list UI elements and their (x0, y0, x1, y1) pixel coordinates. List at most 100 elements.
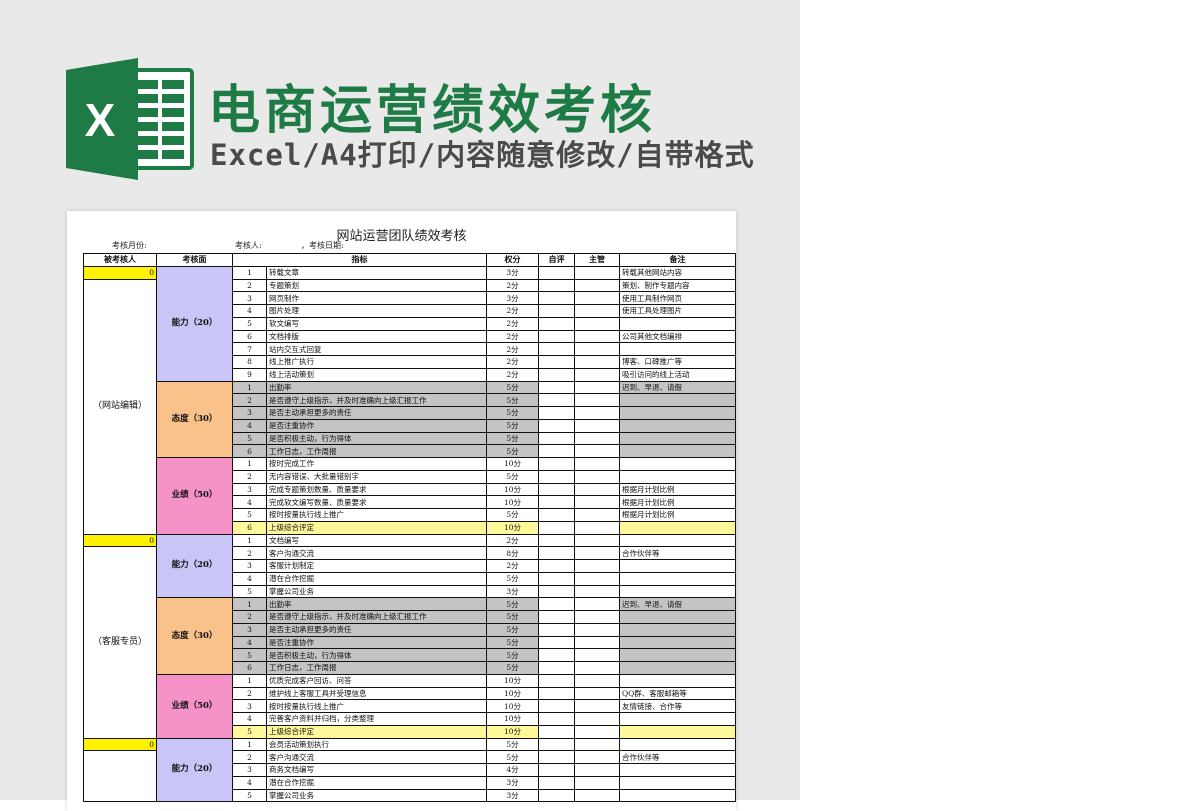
manager-score-cell[interactable] (574, 546, 620, 560)
manager-score-cell[interactable] (574, 622, 620, 637)
manager-score-cell[interactable] (574, 571, 620, 586)
self-score-cell[interactable] (538, 533, 575, 548)
manager-score-cell[interactable] (574, 775, 620, 790)
self-score-cell[interactable] (538, 686, 575, 701)
manager-score-cell[interactable] (574, 533, 620, 548)
self-score-cell[interactable] (538, 750, 575, 764)
self-score-cell[interactable] (538, 482, 575, 497)
manager-score-cell[interactable] (574, 316, 620, 331)
manager-score-cell[interactable] (574, 597, 620, 611)
manager-score-cell[interactable] (574, 444, 620, 458)
manager-score-cell[interactable] (574, 380, 620, 395)
self-score-cell[interactable] (538, 559, 575, 573)
self-score-cell[interactable] (538, 457, 575, 471)
self-score-cell[interactable] (538, 431, 575, 446)
manager-score-cell[interactable] (574, 355, 620, 369)
self-score-cell[interactable] (538, 406, 575, 420)
weight-cell: 2分 (486, 329, 539, 344)
manager-score-cell[interactable] (574, 406, 620, 420)
self-score-cell[interactable] (538, 444, 575, 458)
self-score-cell[interactable] (538, 355, 575, 369)
self-score-cell[interactable] (538, 635, 575, 650)
self-score-cell[interactable] (538, 520, 575, 535)
self-score-cell[interactable] (538, 584, 575, 599)
manager-score-cell[interactable] (574, 648, 620, 662)
weight-cell: 5分 (486, 750, 539, 764)
person-score-cell[interactable]: 0 (83, 737, 157, 752)
manager-score-cell[interactable] (574, 291, 620, 305)
manager-score-cell[interactable] (574, 724, 620, 739)
manager-score-cell[interactable] (574, 508, 620, 522)
page-subtitle: Excel/A4打印/内容随意修改/自带格式 (210, 138, 755, 172)
self-score-cell[interactable] (538, 393, 575, 407)
self-score-cell[interactable] (538, 418, 575, 433)
manager-score-cell[interactable] (574, 737, 620, 752)
self-score-cell[interactable] (538, 737, 575, 752)
sheet-title: 网站运营团队绩效考核 (336, 229, 467, 244)
person-score-cell[interactable]: 0 (83, 533, 157, 548)
self-score-cell[interactable] (538, 622, 575, 637)
manager-score-cell[interactable] (574, 559, 620, 573)
self-score-cell[interactable] (538, 724, 575, 739)
manager-score-cell[interactable] (574, 304, 620, 318)
self-score-cell[interactable] (538, 661, 575, 675)
self-score-cell[interactable] (538, 278, 575, 293)
self-score-cell[interactable] (538, 699, 575, 713)
manager-score-cell[interactable] (574, 393, 620, 407)
manager-score-cell[interactable] (574, 431, 620, 446)
manager-score-cell[interactable] (574, 367, 620, 382)
self-score-cell[interactable] (538, 380, 575, 395)
manager-score-cell[interactable] (574, 673, 620, 688)
manager-score-cell[interactable] (574, 469, 620, 484)
self-score-cell[interactable] (538, 597, 575, 611)
note-cell: 公司其他文档编排 (619, 329, 736, 344)
indicator-cell: 是否积极主动，行为得体 (266, 431, 487, 446)
item-number: 4 (232, 712, 267, 726)
note-cell: 博客、口碑推广等 (619, 355, 736, 369)
manager-score-cell[interactable] (574, 712, 620, 726)
self-score-cell[interactable] (538, 571, 575, 586)
manager-score-cell[interactable] (574, 495, 620, 509)
manager-score-cell[interactable] (574, 482, 620, 497)
self-score-cell[interactable] (538, 775, 575, 790)
weight-cell: 2分 (486, 278, 539, 293)
manager-score-cell[interactable] (574, 278, 620, 293)
manager-score-cell[interactable] (574, 661, 620, 675)
manager-score-cell[interactable] (574, 265, 620, 280)
self-score-cell[interactable] (538, 546, 575, 560)
manager-score-cell[interactable] (574, 699, 620, 713)
self-score-cell[interactable] (538, 304, 575, 318)
self-score-cell[interactable] (538, 648, 575, 662)
self-score-cell[interactable] (538, 763, 575, 777)
manager-score-cell[interactable] (574, 418, 620, 433)
self-score-cell[interactable] (538, 342, 575, 356)
self-score-cell[interactable] (538, 291, 575, 305)
indicator-cell: 线上活动策划 (266, 367, 487, 382)
manager-score-cell[interactable] (574, 457, 620, 471)
self-score-cell[interactable] (538, 265, 575, 280)
manager-score-cell[interactable] (574, 342, 620, 356)
indicator-cell: 线上推广执行 (266, 355, 487, 369)
self-score-cell[interactable] (538, 329, 575, 344)
self-score-cell[interactable] (538, 495, 575, 509)
self-score-cell[interactable] (538, 610, 575, 624)
manager-score-cell[interactable] (574, 763, 620, 777)
item-number: 8 (232, 355, 267, 369)
manager-score-cell[interactable] (574, 610, 620, 624)
note-cell (619, 457, 736, 471)
manager-score-cell[interactable] (574, 584, 620, 599)
manager-score-cell[interactable] (574, 686, 620, 701)
self-score-cell[interactable] (538, 673, 575, 688)
manager-score-cell[interactable] (574, 635, 620, 650)
indicator-cell: 是否遵守上级指示，并及时准确向上级汇报工作 (266, 610, 487, 624)
manager-score-cell[interactable] (574, 750, 620, 764)
manager-score-cell[interactable] (574, 329, 620, 344)
manager-score-cell[interactable] (574, 520, 620, 535)
indicator-cell: 完成软文编写数量、质量要求 (266, 495, 487, 509)
self-score-cell[interactable] (538, 712, 575, 726)
self-score-cell[interactable] (538, 508, 575, 522)
self-score-cell[interactable] (538, 469, 575, 484)
person-score-cell[interactable]: 0 (83, 265, 157, 280)
self-score-cell[interactable] (538, 316, 575, 331)
self-score-cell[interactable] (538, 367, 575, 382)
